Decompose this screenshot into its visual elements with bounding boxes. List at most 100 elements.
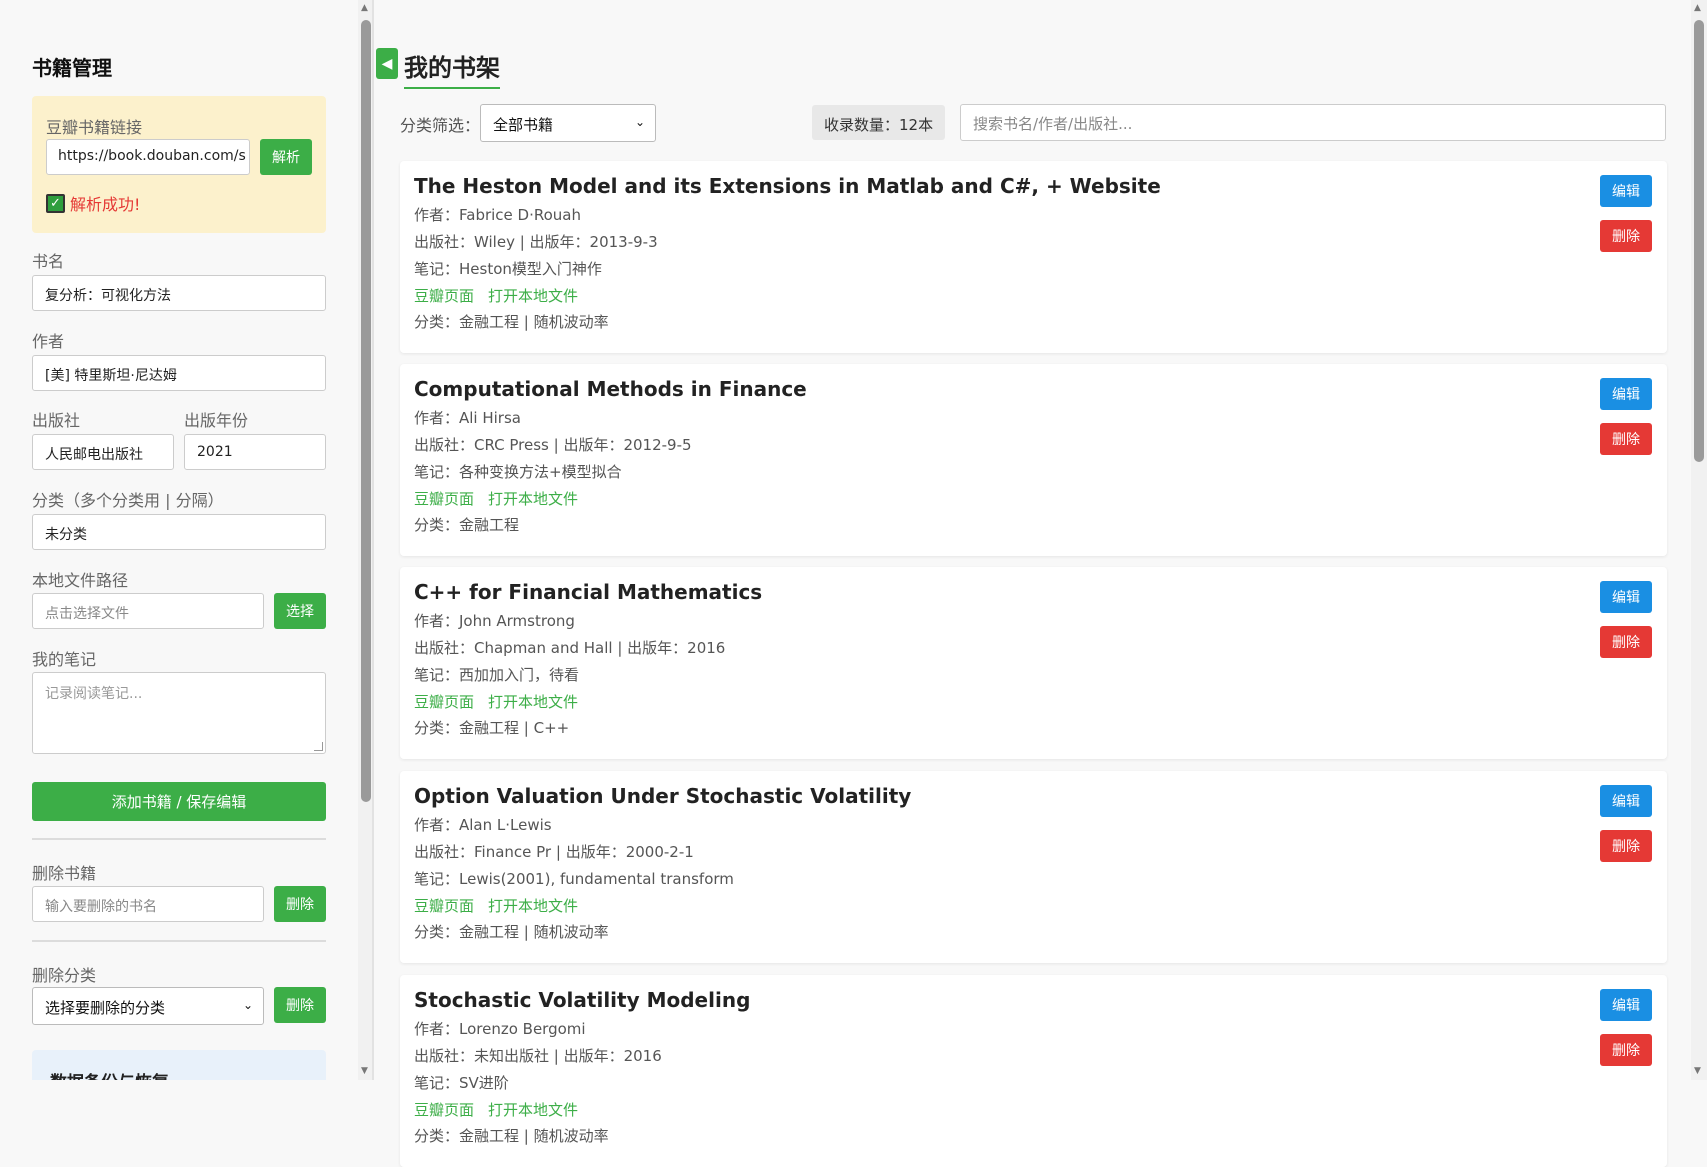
- book-title: Computational Methods in Finance: [414, 377, 807, 401]
- author-input[interactable]: [美] 特里斯坦·尼达姆: [32, 355, 326, 391]
- search-input[interactable]: 搜索书名/作者/出版社...: [960, 104, 1666, 141]
- book-card: Option Valuation Under Stochastic Volati…: [400, 771, 1667, 963]
- chevron-down-icon: ⌄: [634, 115, 645, 129]
- backup-title: 数据备份与恢复: [50, 1068, 169, 1080]
- book-category: 分类：金融工程 | 随机波动率: [414, 313, 609, 331]
- book-author: 作者：Fabrice D·Rouah: [414, 206, 581, 224]
- local-path-label: 本地文件路径: [32, 571, 129, 590]
- open-local-file-link[interactable]: 打开本地文件: [488, 897, 578, 915]
- publisher-label: 出版社: [32, 411, 81, 430]
- book-card: Stochastic Volatility Modeling 作者：Lorenzo…: [400, 975, 1667, 1167]
- book-category: 分类：金融工程 | 随机波动率: [414, 1127, 609, 1145]
- open-local-file-link[interactable]: 打开本地文件: [488, 490, 578, 508]
- book-author: 作者：Lorenzo Bergomi: [414, 1020, 586, 1038]
- douban-page-link[interactable]: 豆瓣页面: [414, 490, 474, 508]
- book-note: 笔记：Lewis(2001), fundamental transform: [414, 870, 734, 888]
- delete-book-button[interactable]: 删除: [274, 886, 326, 922]
- sidebar-title: 书籍管理: [32, 56, 112, 80]
- add-save-book-button[interactable]: 添加书籍 / 保存编辑: [32, 782, 326, 821]
- book-card: C++ for Financial Mathematics 作者：John Arm…: [400, 567, 1667, 759]
- book-publisher: 出版社：未知出版社 | 出版年：2016: [414, 1047, 662, 1065]
- page-title: 我的书架: [404, 48, 500, 89]
- resize-grip-icon[interactable]: [314, 742, 323, 751]
- book-name-input[interactable]: 复分析：可视化方法: [32, 275, 326, 311]
- scrollbar-thumb[interactable]: [361, 20, 371, 802]
- delete-button[interactable]: 删除: [1600, 1034, 1652, 1066]
- book-title: C++ for Financial Mathematics: [414, 580, 763, 604]
- scroll-down-icon[interactable]: ▼: [361, 1066, 368, 1076]
- backup-panel: 数据备份与恢复: [32, 1050, 326, 1080]
- filter-label: 分类筛选：: [400, 116, 481, 135]
- delete-book-input[interactable]: 输入要删除的书名: [32, 886, 264, 922]
- category-filter-select[interactable]: 全部书籍 ⌄: [480, 104, 656, 142]
- parse-status-text: 解析成功!: [70, 195, 141, 214]
- category-input[interactable]: 未分类: [32, 514, 326, 550]
- edit-button[interactable]: 编辑: [1600, 989, 1652, 1021]
- douban-page-link[interactable]: 豆瓣页面: [414, 693, 474, 711]
- delete-button[interactable]: 删除: [1600, 830, 1652, 862]
- book-title: The Heston Model and its Extensions in M…: [414, 174, 1161, 198]
- book-note: 笔记：SV进阶: [414, 1074, 509, 1092]
- check-icon: ✓: [46, 193, 65, 213]
- edit-button[interactable]: 编辑: [1600, 378, 1652, 410]
- collapse-sidebar-button[interactable]: ◀: [376, 48, 398, 79]
- open-local-file-link[interactable]: 打开本地文件: [488, 693, 578, 711]
- delete-category-selected: 选择要删除的分类: [45, 999, 166, 1017]
- delete-button[interactable]: 删除: [1600, 423, 1652, 455]
- douban-url-input[interactable]: https://book.douban.com/s: [46, 139, 250, 175]
- book-links: 豆瓣页面 打开本地文件: [414, 1099, 592, 1120]
- notes-label: 我的笔记: [32, 650, 97, 669]
- delete-book-label: 删除书籍: [32, 864, 97, 883]
- scroll-up-icon[interactable]: ▲: [1694, 3, 1701, 13]
- book-author: 作者：Alan L·Lewis: [414, 816, 552, 834]
- book-note: 笔记：Heston模型入门神作: [414, 260, 602, 278]
- edit-button[interactable]: 编辑: [1600, 581, 1652, 613]
- book-author: 作者：Ali Hirsa: [414, 409, 521, 427]
- bookshelf-main: ◀ 我的书架 分类筛选： 全部书籍 ⌄ 收录数量：12本 搜索书名/作者/出版社…: [376, 0, 1691, 1167]
- edit-button[interactable]: 编辑: [1600, 175, 1652, 207]
- book-publisher: 出版社：CRC Press | 出版年：2012-9-5: [414, 436, 692, 454]
- parse-button[interactable]: 解析: [260, 139, 312, 175]
- book-links: 豆瓣页面 打开本地文件: [414, 488, 592, 509]
- book-category: 分类：金融工程 | 随机波动率: [414, 923, 609, 941]
- sidebar-scrollbar[interactable]: ▲ ▼: [358, 0, 372, 1080]
- douban-parse-panel: 豆瓣书籍链接 https://book.douban.com/s 解析 ✓ 解析…: [32, 96, 326, 233]
- scroll-up-icon[interactable]: ▲: [361, 3, 368, 13]
- divider: [32, 940, 326, 942]
- choose-file-button[interactable]: 选择: [274, 593, 326, 629]
- book-links: 豆瓣页面 打开本地文件: [414, 895, 592, 916]
- category-label: 分类（多个分类用 | 分隔）: [32, 491, 224, 510]
- douban-page-link[interactable]: 豆瓣页面: [414, 897, 474, 915]
- book-name-label: 书名: [32, 252, 65, 271]
- book-note: 笔记：各种变换方法+模型拟合: [414, 463, 622, 481]
- parse-status: ✓ 解析成功!: [46, 191, 140, 215]
- pub-year-input[interactable]: 2021: [184, 434, 326, 470]
- douban-page-link[interactable]: 豆瓣页面: [414, 1101, 474, 1119]
- book-card: Computational Methods in Finance 作者：Ali H…: [400, 364, 1667, 556]
- edit-button[interactable]: 编辑: [1600, 785, 1652, 817]
- book-author: 作者：John Armstrong: [414, 612, 575, 630]
- book-publisher: 出版社：Chapman and Hall | 出版年：2016: [414, 639, 726, 657]
- book-publisher: 出版社：Wiley | 出版年：2013-9-3: [414, 233, 658, 251]
- delete-category-button[interactable]: 删除: [274, 987, 326, 1023]
- scroll-down-icon[interactable]: ▼: [1694, 1066, 1701, 1076]
- douban-page-link[interactable]: 豆瓣页面: [414, 287, 474, 305]
- delete-button[interactable]: 删除: [1600, 626, 1652, 658]
- notes-placeholder: 记录阅读笔记...: [45, 686, 143, 702]
- scrollbar-thumb[interactable]: [1694, 20, 1704, 462]
- delete-category-label: 删除分类: [32, 966, 97, 985]
- delete-button[interactable]: 删除: [1600, 220, 1652, 252]
- book-links: 豆瓣页面 打开本地文件: [414, 691, 592, 712]
- open-local-file-link[interactable]: 打开本地文件: [488, 287, 578, 305]
- book-category: 分类：金融工程: [414, 516, 520, 534]
- book-category: 分类：金融工程 | C++: [414, 719, 570, 737]
- local-path-input[interactable]: 点击选择文件: [32, 593, 264, 629]
- book-card: The Heston Model and its Extensions in M…: [400, 161, 1667, 353]
- douban-link-label: 豆瓣书籍链接: [46, 118, 143, 137]
- book-title: Stochastic Volatility Modeling: [414, 988, 751, 1012]
- delete-category-select[interactable]: 选择要删除的分类 ⌄: [32, 987, 264, 1025]
- page-scrollbar[interactable]: ▲ ▼: [1691, 0, 1707, 1080]
- publisher-input[interactable]: 人民邮电出版社: [32, 434, 174, 470]
- open-local-file-link[interactable]: 打开本地文件: [488, 1101, 578, 1119]
- notes-textarea[interactable]: 记录阅读笔记...: [32, 672, 326, 754]
